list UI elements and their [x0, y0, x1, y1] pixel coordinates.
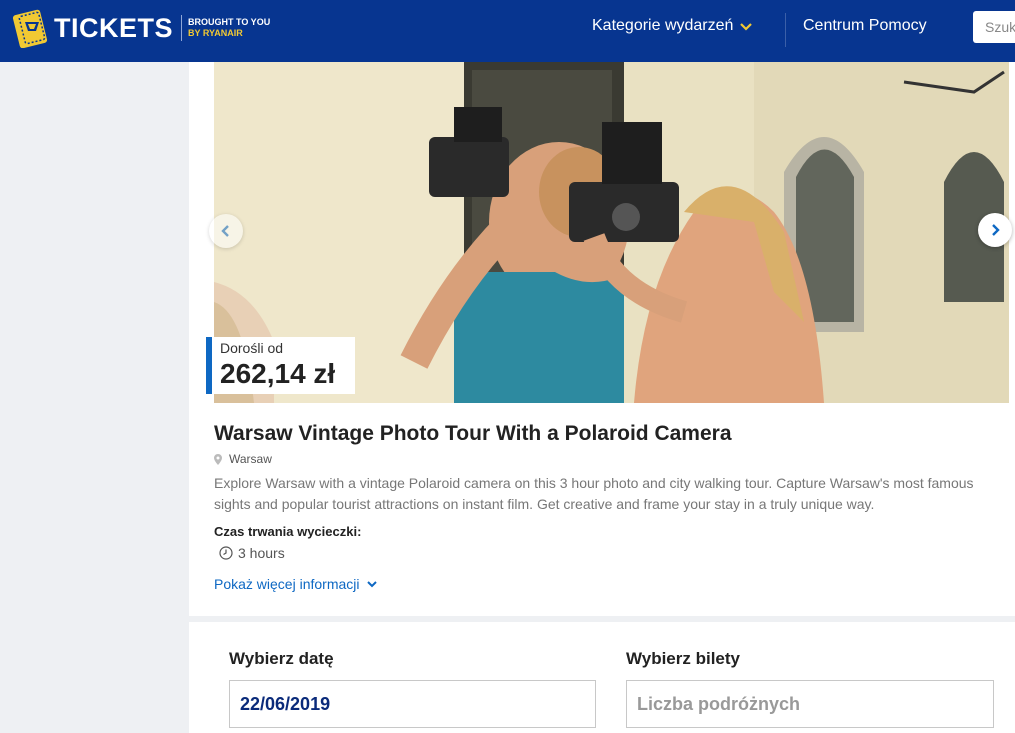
- price-value: 262,14 zł: [220, 358, 336, 389]
- categories-menu-label: Kategorie wydarzeń: [592, 17, 734, 34]
- chevron-down-icon: [740, 23, 753, 31]
- chevron-right-icon: [992, 224, 1000, 236]
- logo-tagline-line2: BY RYANAIR: [188, 28, 243, 38]
- travelers-count-field[interactable]: [626, 680, 994, 728]
- tour-location-text: Warsaw: [229, 452, 272, 466]
- categories-menu[interactable]: Kategorie wydarzeń: [592, 17, 753, 35]
- logo-tagline: BROUGHT TO YOU BY RYANAIR: [188, 17, 270, 39]
- tickets-logo[interactable]: TICKETS BROUGHT TO YOU BY RYANAIR: [12, 8, 270, 49]
- top-header: TICKETS BROUGHT TO YOU BY RYANAIR Katego…: [0, 0, 1015, 62]
- show-more-info-label: Pokaż więcej informacji: [214, 576, 360, 592]
- carousel-prev-button[interactable]: [209, 214, 243, 248]
- carousel-next-button[interactable]: [978, 213, 1012, 247]
- nav-divider: [785, 13, 786, 47]
- location-pin-icon: [214, 453, 222, 465]
- ticket-logo-icon: [12, 8, 52, 49]
- price-label: Dorośli od: [220, 340, 284, 356]
- date-field[interactable]: [229, 680, 596, 728]
- show-more-info-link[interactable]: Pokaż więcej informacji: [214, 576, 378, 592]
- duration-heading: Czas trwania wycieczki:: [214, 524, 362, 539]
- chevron-down-icon: [366, 581, 377, 588]
- logo-tagline-line1: BROUGHT TO YOU: [188, 17, 271, 27]
- search-input[interactable]: [973, 11, 1015, 43]
- help-center-link[interactable]: Centrum Pomocy: [803, 17, 927, 35]
- tickets-heading: Wybierz bilety: [626, 649, 740, 668]
- logo-divider: [181, 15, 183, 41]
- duration-value: 3 hours: [219, 545, 285, 561]
- duration-value-text: 3 hours: [238, 545, 285, 561]
- clock-icon: [219, 546, 233, 560]
- chevron-left-icon: [221, 225, 229, 237]
- tour-title: Warsaw Vintage Photo Tour With a Polaroi…: [214, 422, 732, 445]
- tour-description: Explore Warsaw with a vintage Polaroid c…: [214, 475, 974, 512]
- tour-location: Warsaw: [214, 452, 272, 466]
- date-heading: Wybierz datę: [229, 649, 334, 668]
- price-badge: Dorośli od 262,14 zł: [206, 337, 355, 394]
- logo-wordmark: TICKETS: [54, 12, 174, 43]
